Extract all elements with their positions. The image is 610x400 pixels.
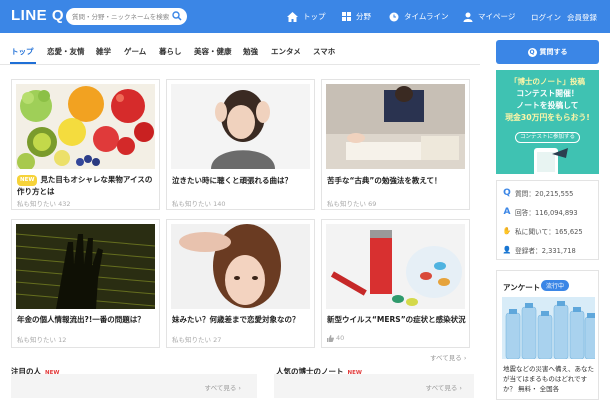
- ad-line-3: ノートを投稿して: [516, 101, 579, 110]
- tab-entame[interactable]: エンタメ: [271, 46, 301, 57]
- ask-question-button[interactable]: Q 質問する: [496, 40, 599, 64]
- hakase-see-all[interactable]: すべて見る ›: [426, 382, 462, 392]
- contest-ad-banner[interactable]: 「博士のノート」投稿 コンテスト開催！ ノートを投稿して 現金30万円をもらおう…: [496, 70, 599, 174]
- nav-mypage[interactable]: マイページ: [463, 8, 515, 25]
- card-image-woman: [171, 84, 310, 169]
- card-title: 年金の個人情報流出?!一番の問題は？: [17, 315, 145, 324]
- ad-line-1: 「博士のノート」投稿: [510, 77, 585, 86]
- stat-questions: Q 質問：20,215,555: [502, 188, 573, 198]
- search-box[interactable]: [66, 8, 187, 25]
- card-meta: 私も知りたい 432: [17, 200, 71, 208]
- card-meta: 私も知りたい 69: [327, 200, 377, 208]
- q-badge-icon: Q: [527, 48, 537, 57]
- card-title: 妹みたい？何歳差まで恋愛対象なの？: [172, 315, 300, 324]
- tab-smartphone[interactable]: スマホ: [313, 46, 335, 57]
- question-card[interactable]: 新型ウイルス“MERS”の症状と感染状況 40: [321, 219, 470, 348]
- category-tabs: トップ 恋愛・友情 雑学 ゲーム 暮らし 美容・健康 勉強 エンタメ スマホ: [0, 33, 480, 65]
- nav-category[interactable]: 分野: [342, 8, 371, 25]
- hand-icon: ✋: [502, 227, 512, 235]
- nav-timeline-label: タイムライン: [404, 12, 449, 21]
- tab-beauty[interactable]: 美容・健康: [194, 46, 232, 57]
- tab-top[interactable]: トップ: [11, 46, 34, 57]
- search-icon[interactable]: [172, 11, 182, 21]
- card-image-study: [326, 84, 465, 169]
- notable-people-box: すべて見る ›: [11, 374, 257, 398]
- card-title[interactable]: NEW 見た目もオシャレな果物アイスの作り方とは: [17, 174, 157, 197]
- user-icon: 👤: [502, 246, 512, 254]
- card-meta-count: 40: [336, 334, 345, 342]
- card-title-text: 見た目もオシャレな果物アイスの作り方とは: [17, 175, 153, 196]
- survey-image: [502, 297, 595, 359]
- stat-users-label: 登録者：2,331,718: [515, 247, 576, 255]
- stat-questions-label: 質問：20,215,555: [515, 190, 574, 198]
- card-image-girl: [171, 224, 310, 309]
- logo[interactable]: LINE Q: [11, 7, 64, 24]
- person-icon: [463, 12, 473, 22]
- survey-panel[interactable]: アンケート 流行中 地震などの災害へ備え、あなたが当てはまるものはどれですか？ …: [496, 270, 599, 400]
- card-image-fruit: [16, 84, 155, 169]
- ask-question-label: 質問する: [539, 48, 568, 56]
- nav-mypage-label: マイページ: [478, 12, 516, 21]
- question-card[interactable]: 妹みたい？何歳差まで恋愛対象なの？ 私も知りたい 27: [166, 219, 315, 348]
- tab-trivia[interactable]: 雑学: [96, 46, 111, 57]
- site-stats: Q 質問：20,215,555 A 回答：116,094,893 ✋ 私に聞いて：16…: [496, 180, 599, 260]
- survey-question-text: 地震などの災害へ備え、あなたが当てはまるものはどれですか？ 無料・ 全国各: [503, 365, 594, 393]
- top-header: LINE Q トップ 分野 タイムライン マイページ ログイン 会員登録: [0, 0, 610, 33]
- ad-line-2: コンテスト開催！: [516, 89, 579, 98]
- question-card[interactable]: 苦手な“古典”の勉強法を教えて！ 私も知りたい 69: [321, 79, 470, 210]
- survey-title: アンケート: [503, 283, 541, 292]
- trending-badge: 流行中: [541, 280, 570, 291]
- tab-game[interactable]: ゲーム: [124, 46, 146, 57]
- card-meta: 私も知りたい 140: [172, 200, 226, 208]
- nav-top-label: トップ: [303, 12, 326, 21]
- notable-see-all[interactable]: すべて見る ›: [205, 382, 241, 392]
- a-icon: A: [503, 207, 511, 217]
- grid-icon: [342, 12, 351, 21]
- card-title: 新型ウイルス“MERS”の症状と感染状況: [327, 315, 466, 324]
- q-icon: Q: [503, 188, 511, 198]
- card-title: 苦手な“古典”の勉強法を教えて！: [327, 176, 442, 185]
- stat-answers: A 回答：116,094,893: [502, 207, 578, 217]
- search-input[interactable]: [72, 10, 172, 23]
- tab-love[interactable]: 恋愛・友情: [47, 46, 85, 57]
- hakase-see-all-label: すべて見る: [425, 384, 458, 392]
- stat-answers-label: 回答：116,094,893: [515, 209, 578, 217]
- question-card[interactable]: 年金の個人情報流出?!一番の問題は？ 私も知りたい 12: [11, 219, 160, 348]
- nav-category-label: 分野: [356, 12, 371, 21]
- thumbs-up-icon: [327, 334, 334, 342]
- question-card[interactable]: 泣きたい時に聴くと頑張れる曲は？ 私も知りたい 140: [166, 79, 315, 210]
- nav-top[interactable]: トップ: [287, 8, 326, 25]
- card-image-hand: [16, 224, 155, 309]
- notable-see-all-label: すべて見る: [204, 384, 237, 392]
- card-meta: 私も知りたい 27: [172, 336, 222, 344]
- smartphone-icon: [534, 148, 568, 174]
- new-badge: NEW: [17, 175, 38, 186]
- card-title: 泣きたい時に聴くと頑張れる曲は？: [172, 176, 292, 185]
- stat-users: 👤 登録者：2,331,718: [502, 245, 576, 255]
- hakase-notes-box: すべて見る ›: [274, 374, 474, 398]
- ad-cta-button[interactable]: コンテストに参加する: [515, 132, 580, 143]
- tab-study[interactable]: 勉強: [243, 46, 258, 57]
- login-link[interactable]: ログイン: [531, 12, 561, 23]
- home-icon: [287, 11, 298, 22]
- stat-ask-me: ✋ 私に聞いて：165,625: [502, 226, 583, 236]
- clock-icon: [389, 12, 399, 21]
- stat-ask-me-label: 私に聞いて：165,625: [515, 228, 583, 236]
- tabs-divider: [0, 64, 480, 65]
- register-link[interactable]: 会員登録: [567, 12, 597, 23]
- ad-line-4: 現金30万円をもらおう!: [505, 113, 590, 122]
- card-meta: 40: [327, 334, 344, 342]
- card-image-medicine: [326, 224, 465, 309]
- question-card[interactable]: NEW 見た目もオシャレな果物アイスの作り方とは 私も知りたい 432: [11, 79, 160, 210]
- see-all-link[interactable]: すべて見る ›: [430, 352, 466, 362]
- tab-living[interactable]: 暮らし: [159, 46, 182, 57]
- card-meta: 私も知りたい 12: [17, 336, 67, 344]
- see-all-label: すべて見る: [430, 354, 462, 362]
- nav-timeline[interactable]: タイムライン: [389, 8, 448, 25]
